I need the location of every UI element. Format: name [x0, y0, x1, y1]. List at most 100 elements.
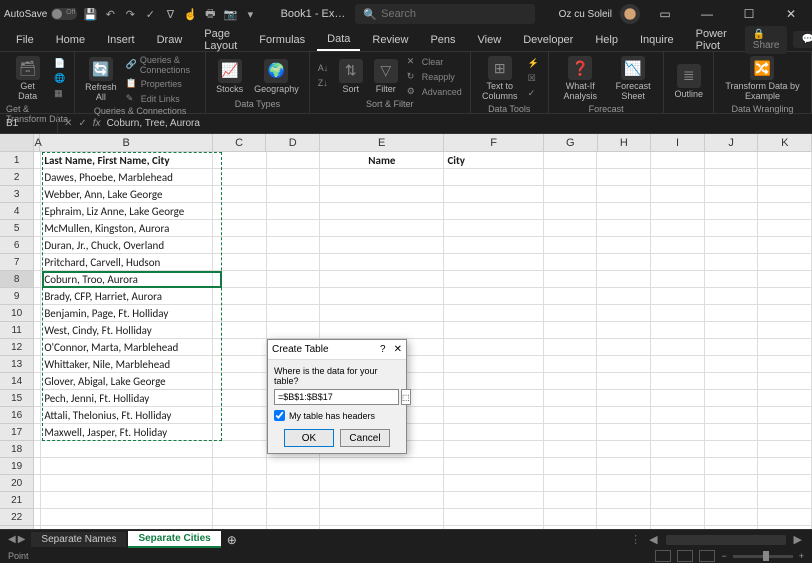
- dialog-help-icon[interactable]: ?: [380, 344, 386, 355]
- transform-data-button[interactable]: 🔀Transform Data by Example: [720, 54, 805, 104]
- cell[interactable]: [444, 441, 543, 458]
- cell[interactable]: [705, 152, 759, 169]
- cell[interactable]: [758, 305, 812, 322]
- qat-icon[interactable]: ✓: [143, 7, 157, 21]
- cell[interactable]: [444, 526, 543, 529]
- cell[interactable]: [758, 390, 812, 407]
- cell[interactable]: [758, 407, 812, 424]
- row-header[interactable]: 1: [0, 152, 34, 169]
- cell[interactable]: [41, 441, 213, 458]
- cell[interactable]: [651, 203, 705, 220]
- cell[interactable]: [597, 407, 651, 424]
- filter-icon[interactable]: ∇: [163, 7, 177, 21]
- cell[interactable]: [267, 237, 321, 254]
- cell[interactable]: [544, 424, 598, 441]
- cell[interactable]: [213, 373, 267, 390]
- tab-developer[interactable]: Developer: [513, 30, 583, 50]
- cell[interactable]: [544, 339, 598, 356]
- zoom-in-button[interactable]: +: [799, 551, 804, 561]
- refresh-all-button[interactable]: 🔄Refresh All: [81, 55, 121, 105]
- cell[interactable]: [213, 169, 267, 186]
- cell[interactable]: [544, 322, 598, 339]
- cell[interactable]: [444, 356, 543, 373]
- col-header[interactable]: C: [213, 134, 267, 151]
- comments-button[interactable]: 💬 Comments: [793, 31, 812, 48]
- row-header[interactable]: 19: [0, 458, 34, 475]
- undo-icon[interactable]: ↶: [103, 7, 117, 21]
- cell[interactable]: [267, 271, 321, 288]
- cell[interactable]: Ephraim, Liz Anne, Lake George: [41, 203, 213, 220]
- cell[interactable]: [651, 407, 705, 424]
- row-header[interactable]: 23: [0, 526, 34, 529]
- cancel-button[interactable]: Cancel: [340, 429, 390, 447]
- enter-formula-icon[interactable]: ✓: [78, 118, 86, 129]
- cell[interactable]: [267, 186, 321, 203]
- row-header[interactable]: 2: [0, 169, 34, 186]
- row-header[interactable]: 10: [0, 305, 34, 322]
- row-header[interactable]: 8: [0, 271, 34, 288]
- cell[interactable]: [597, 186, 651, 203]
- cell[interactable]: [544, 271, 598, 288]
- cell[interactable]: [444, 407, 543, 424]
- cell[interactable]: [597, 254, 651, 271]
- cell[interactable]: [758, 475, 812, 492]
- search-input[interactable]: [381, 8, 527, 20]
- formula-input[interactable]: Coburn, Tree, Aurora: [107, 118, 200, 129]
- cell[interactable]: [41, 526, 213, 529]
- cell[interactable]: [544, 492, 598, 509]
- headers-checkbox-label[interactable]: My table has headers: [274, 410, 400, 421]
- cell[interactable]: [544, 441, 598, 458]
- cell[interactable]: [213, 271, 267, 288]
- cell[interactable]: [651, 305, 705, 322]
- from-table-button[interactable]: ▦: [52, 87, 68, 101]
- cell[interactable]: [758, 288, 812, 305]
- cell[interactable]: [34, 339, 41, 356]
- row-header[interactable]: 7: [0, 254, 34, 271]
- cell[interactable]: [651, 509, 705, 526]
- cell[interactable]: [320, 509, 444, 526]
- cell[interactable]: [34, 322, 41, 339]
- cell[interactable]: Brady, CFP, Harriet, Aurora: [41, 288, 213, 305]
- row-header[interactable]: 6: [0, 237, 34, 254]
- cell[interactable]: [651, 390, 705, 407]
- cell[interactable]: [444, 322, 543, 339]
- cell[interactable]: [758, 339, 812, 356]
- cell[interactable]: [34, 475, 41, 492]
- cell[interactable]: Attali, Thelonius, Ft. Holliday: [41, 407, 213, 424]
- cell[interactable]: [705, 305, 759, 322]
- cell[interactable]: [544, 237, 598, 254]
- cell[interactable]: [705, 237, 759, 254]
- cell[interactable]: [267, 152, 321, 169]
- cell[interactable]: [444, 254, 543, 271]
- cell[interactable]: [213, 237, 267, 254]
- cell[interactable]: [444, 390, 543, 407]
- cell[interactable]: [444, 339, 543, 356]
- cell[interactable]: [444, 475, 543, 492]
- cell[interactable]: [544, 458, 598, 475]
- tab-draw[interactable]: Draw: [147, 30, 193, 50]
- cell[interactable]: [41, 475, 213, 492]
- text-to-columns-button[interactable]: ⊞Text to Columns: [477, 54, 523, 104]
- ribbon-options-icon[interactable]: ▭: [648, 0, 682, 28]
- cell[interactable]: [213, 356, 267, 373]
- cell[interactable]: [544, 203, 598, 220]
- cell[interactable]: [213, 203, 267, 220]
- cell[interactable]: [651, 441, 705, 458]
- cell[interactable]: [651, 424, 705, 441]
- cell[interactable]: [320, 169, 444, 186]
- tab-view[interactable]: View: [468, 30, 512, 50]
- normal-view-button[interactable]: [655, 550, 671, 562]
- stocks-button[interactable]: 📈Stocks: [212, 57, 247, 97]
- cell[interactable]: [267, 526, 321, 529]
- edit-links-button[interactable]: ✎Edit Links: [124, 92, 199, 106]
- cell[interactable]: [34, 441, 41, 458]
- row-header[interactable]: 21: [0, 492, 34, 509]
- cell[interactable]: [651, 356, 705, 373]
- cell[interactable]: [597, 169, 651, 186]
- cell[interactable]: [34, 356, 41, 373]
- cell[interactable]: [597, 458, 651, 475]
- cell[interactable]: [651, 526, 705, 529]
- col-header[interactable]: B: [40, 134, 212, 151]
- fx-icon[interactable]: fx: [93, 118, 101, 129]
- cell[interactable]: O'Connor, Marta, Marblehead: [41, 339, 213, 356]
